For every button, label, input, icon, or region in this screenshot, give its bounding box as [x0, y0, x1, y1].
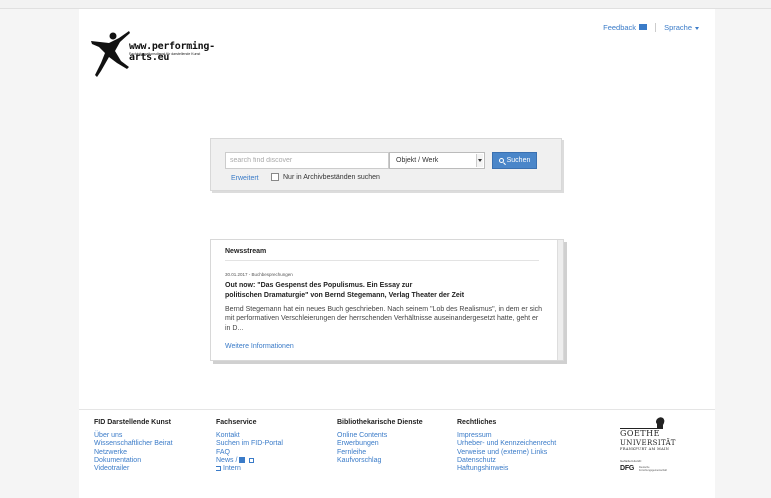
footer-link[interactable]: Wissenschaftlicher Beirat — [94, 440, 173, 448]
footer-link[interactable]: Verweise und (externe) Links — [457, 449, 556, 457]
footer-link[interactable]: Kaufvorschlag — [337, 457, 423, 465]
page-gutter-left — [0, 9, 79, 498]
external-link-icon — [249, 457, 255, 463]
dfg-subtitle: Deutsche Forschungsgemeinschaft — [639, 466, 667, 472]
newsstream-panel: Newsstream 30.01.2017 - Buchbesprechunge… — [210, 239, 564, 361]
search-input[interactable] — [225, 152, 389, 169]
sign-in-icon — [216, 465, 221, 471]
goethe-name: GOETHE — [620, 428, 660, 438]
news-scrollbar[interactable] — [557, 240, 563, 360]
top-navigation: Feedback Sprache — [603, 23, 699, 32]
footer-link-intern-label: Intern — [223, 465, 241, 473]
footer-link-news[interactable]: News / — [216, 457, 283, 465]
search-icon — [498, 158, 504, 163]
footer-link[interactable]: Erwerbungen — [337, 440, 423, 448]
goethe-university-logo[interactable]: GOETHE UNIVERSITÄT FRANKFURT AM MAIN Gef… — [616, 416, 696, 486]
footer-link[interactable]: Impressum — [457, 432, 556, 440]
footer-link[interactable]: Videotrailer — [94, 465, 173, 473]
footer-column-rechtliches: Rechtliches Impressum Urheber- und Kennz… — [457, 419, 556, 473]
feedback-link[interactable]: Feedback — [603, 23, 648, 32]
footer-link-news-label: News / — [216, 456, 238, 464]
select-arrow-icon — [476, 154, 483, 167]
page-gutter-right — [715, 9, 771, 498]
search-panel: Objekt / Werk Suchen Erweitert Nur in Ar… — [210, 138, 562, 191]
goethe-university: UNIVERSITÄT — [620, 439, 676, 447]
search-category-value: Objekt / Werk — [396, 157, 439, 164]
search-button-label: Suchen — [506, 157, 531, 164]
footer-link[interactable]: Suchen im FID-Portal — [216, 440, 283, 448]
footer-link[interactable]: Dokumentation — [94, 457, 173, 465]
feedback-label: Feedback — [603, 23, 637, 32]
footer-link[interactable]: Datenschutz — [457, 457, 556, 465]
logo-subtitle: Fachinformationsdienst für darstellende … — [129, 52, 201, 56]
footer-link[interactable]: Urheber- und Kennzeichenrecht — [457, 440, 556, 448]
newsstream-divider — [225, 260, 539, 261]
footer-heading: FID Darstellende Kunst — [94, 419, 172, 426]
search-category-select[interactable]: Objekt / Werk — [389, 152, 485, 169]
search-button[interactable]: Suchen — [492, 152, 537, 169]
news-more-link[interactable]: Weitere Informationen — [225, 343, 294, 350]
goethe-city: FRANKFURT AM MAIN — [620, 447, 670, 451]
archive-only-option[interactable]: Nur in Archivbeständen suchen — [271, 173, 380, 181]
language-label: Sprache — [664, 23, 692, 32]
dancer-logo-icon — [91, 31, 130, 77]
news-body: Bernd Stegemann hat ein neues Buch gesch… — [225, 306, 543, 332]
site-logo[interactable]: www.performing-arts.eu Fachinformationsd… — [89, 27, 229, 79]
news-date-category: 30.01.2017 - Buchbesprechungen — [225, 272, 293, 277]
envelope-icon — [639, 24, 648, 30]
site-footer: FID Darstellende Kunst Über uns Wissensc… — [79, 409, 715, 498]
facebook-icon[interactable] — [239, 457, 246, 464]
language-dropdown[interactable]: Sprache — [664, 23, 699, 32]
footer-column-fachservice: Fachservice Kontakt Suchen im FID-Portal… — [216, 419, 283, 473]
footer-link[interactable]: Über uns — [94, 432, 173, 440]
chevron-down-icon — [695, 26, 699, 30]
dfg-subtitle-line-2: Forschungsgemeinschaft — [639, 469, 667, 472]
footer-link[interactable]: Fernleihe — [337, 449, 423, 457]
footer-link[interactable]: Kontakt — [216, 432, 283, 440]
nav-divider — [655, 23, 657, 32]
footer-link[interactable]: FAQ — [216, 449, 283, 457]
footer-heading: Rechtliches — [457, 419, 497, 426]
advanced-search-link[interactable]: Erweitert — [231, 175, 259, 182]
footer-column-fid: FID Darstellende Kunst Über uns Wissensc… — [94, 419, 173, 473]
footer-link[interactable]: Netzwerke — [94, 449, 173, 457]
footer-column-bibliothek: Bibliothekarische Dienste Online Content… — [337, 419, 423, 465]
footer-heading: Bibliothekarische Dienste — [337, 419, 423, 426]
browser-top-strip — [0, 0, 771, 9]
news-headline-line-1: Out now: "Das Gespenst des Populismus. E… — [225, 282, 413, 289]
archive-only-checkbox[interactable] — [271, 173, 279, 181]
news-headline-line-2: politischen Dramaturgie" von Bernd Stege… — [225, 292, 465, 299]
dfg-logo[interactable]: DFG — [620, 465, 634, 472]
footer-link[interactable]: Haftungshinweis — [457, 465, 556, 473]
archive-only-label: Nur in Archivbeständen suchen — [283, 173, 380, 181]
newsstream-heading: Newsstream — [225, 248, 267, 255]
dfg-funding-label: Gefördert durch: — [620, 459, 642, 463]
news-headline[interactable]: Out now: "Das Gespenst des Populismus. E… — [225, 281, 545, 301]
footer-link[interactable]: Online Contents — [337, 432, 423, 440]
footer-heading: Fachservice — [216, 419, 257, 426]
footer-link-intern[interactable]: Intern — [216, 465, 283, 473]
